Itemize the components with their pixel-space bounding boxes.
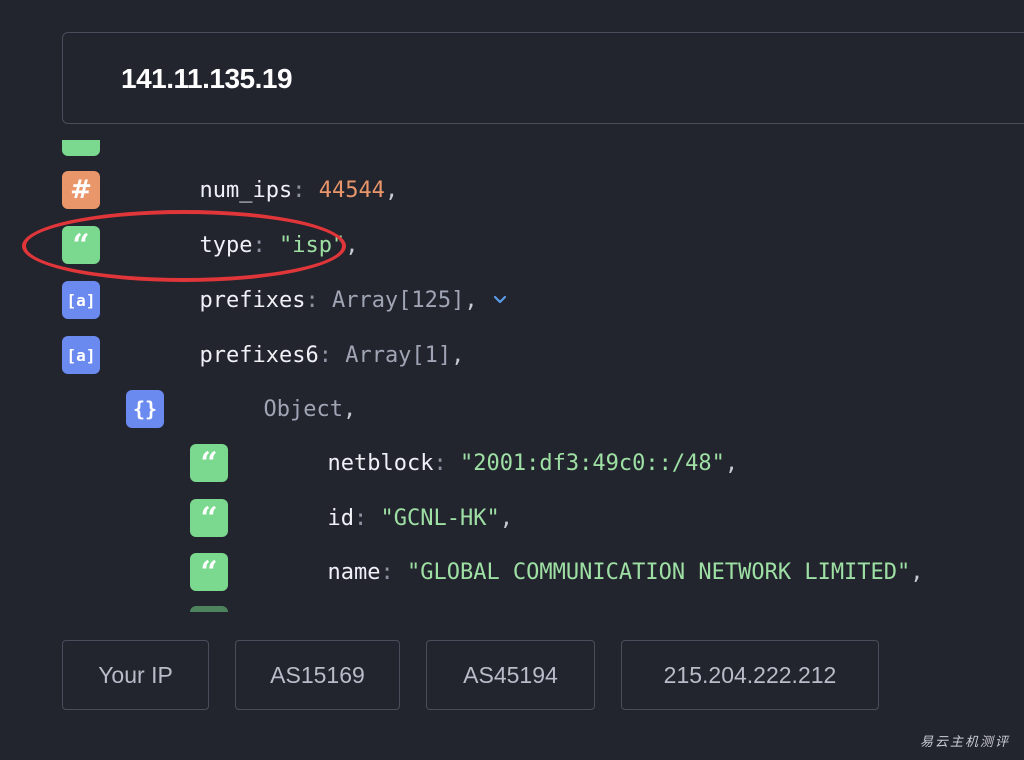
string-type-icon: “ [62,226,100,264]
string-type-icon: “ [190,553,228,591]
json-value: Array[1] [345,342,452,368]
json-row-id: “ id: "GCNL-HK", [190,498,513,538]
json-colon: : [292,177,319,203]
object-type-icon: {} [126,390,164,428]
partial-string-badge [190,606,228,612]
json-value: "2001:df3:49c0::/48" [459,450,725,476]
quick-link-as15169[interactable]: AS15169 [235,640,400,710]
json-row-netblock: “ netblock: "2001:df3:49c0::/48", [190,443,738,483]
json-value: "GLOBAL COMMUNICATION NETWORK LIMITED" [406,559,911,585]
json-viewer: # num_ips: 44544, “ type: "isp", [a] pre… [0,140,1024,612]
quick-link-ip-address[interactable]: 215.204.222.212 [621,640,879,710]
json-key: prefixes6 [199,342,319,368]
json-row-type: “ type: "isp", [62,225,358,265]
array-type-icon: [a] [62,281,100,319]
json-row-num-ips: # num_ips: 44544, [62,170,398,210]
json-row-prefixes6[interactable]: [a] prefixes6: Array[1], [62,335,464,375]
number-type-icon: # [62,171,100,209]
json-value: Array[125] [331,287,465,313]
json-key: num_ips [199,177,293,203]
json-key: name [327,559,381,585]
string-type-icon: “ [190,444,228,482]
json-key: netblock [327,450,434,476]
string-type-icon: “ [190,499,228,537]
ip-search-value[interactable]: 141.11.135.19 [121,63,293,95]
ip-search-box[interactable]: 141.11.135.19 [62,32,1024,124]
chevron-down-icon[interactable] [492,292,508,308]
json-row-object[interactable]: {} Object, [126,389,356,429]
watermark: 易云主机测评 [919,735,1010,750]
partial-string-badge [62,140,100,156]
quick-link-as45194[interactable]: AS45194 [426,640,595,710]
json-row-prefixes[interactable]: [a] prefixes: Array[125], [62,280,508,320]
json-value: "isp" [278,232,346,258]
quick-link-your-ip[interactable]: Your IP [62,640,209,710]
array-type-icon: [a] [62,336,100,374]
json-row-name: “ name: "GLOBAL COMMUNICATION NETWORK LI… [190,552,924,592]
json-key: prefixes [199,287,306,313]
json-key: id [327,505,354,531]
json-key: type [199,232,253,258]
json-value: "GCNL-HK" [380,505,500,531]
json-value: 44544 [318,177,385,203]
json-object-label: Object [263,396,343,422]
